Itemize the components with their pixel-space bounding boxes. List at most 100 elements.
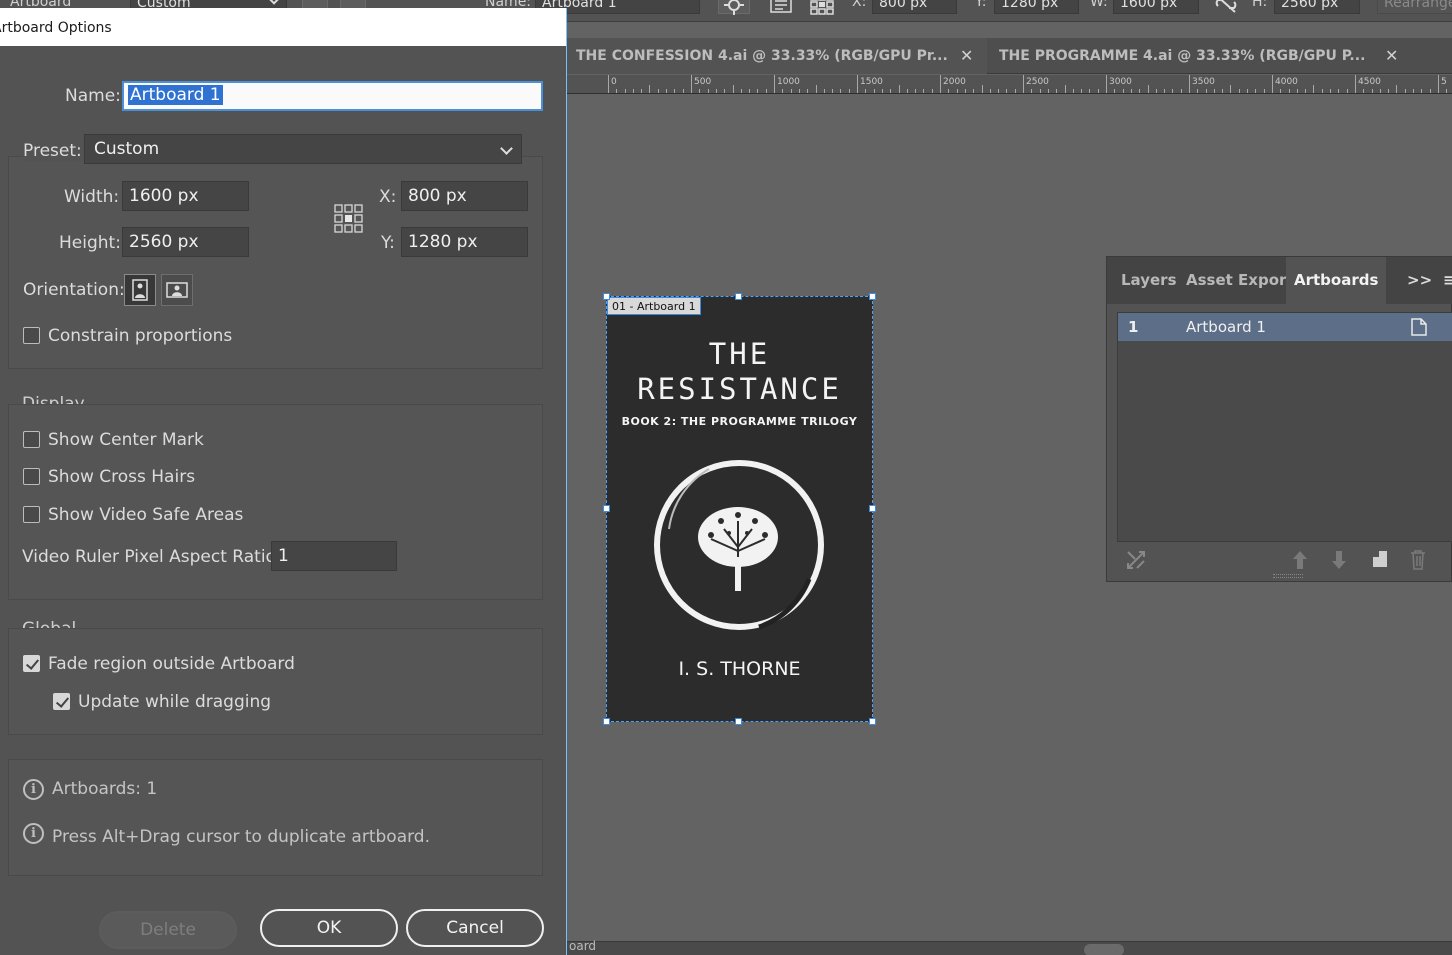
horizontal-scrollbar[interactable]: oard xyxy=(567,939,1452,955)
ruler-label: 4500 xyxy=(1358,77,1381,87)
panel-resize-grip[interactable] xyxy=(1273,574,1303,578)
resize-handle-tr[interactable] xyxy=(869,293,876,300)
portrait-button[interactable] xyxy=(124,274,156,306)
artboard-list: 1 Artboard 1 xyxy=(1117,312,1452,542)
orientation-label: Orientation: xyxy=(23,280,125,300)
preset-select[interactable]: Custom xyxy=(84,134,522,164)
artboard-canvas[interactable]: THE RESISTANCE BOOK 2: THE PROGRAMME TRI… xyxy=(606,296,873,722)
ruler-tick xyxy=(907,89,908,93)
delete-artboard-icon[interactable] xyxy=(1409,549,1427,571)
close-icon[interactable]: ✕ xyxy=(1385,38,1398,74)
y-input[interactable]: 1280 px xyxy=(401,227,528,257)
x-input[interactable]: 800 px xyxy=(401,181,528,211)
delete-button[interactable]: Delete xyxy=(99,911,237,949)
resize-handle-tl[interactable] xyxy=(603,293,610,300)
tab-asset-export[interactable]: Asset Export xyxy=(1178,257,1302,304)
reference-point-icon[interactable] xyxy=(334,204,364,234)
tab-layers[interactable]: Layers xyxy=(1113,257,1185,304)
artboard-options-icon[interactable] xyxy=(768,0,794,14)
ruler-tick xyxy=(899,85,900,93)
width-input[interactable]: 1600 px xyxy=(1113,0,1199,14)
tab-artboards[interactable]: Artboards xyxy=(1286,257,1387,304)
resize-handle-br[interactable] xyxy=(869,718,876,725)
ruler-label: 2500 xyxy=(1026,77,1049,87)
panel-menu-icon[interactable]: ≡ xyxy=(1435,257,1452,304)
y-position-value: 1280 px xyxy=(1001,0,1059,11)
tab-the-confession[interactable]: THE CONFESSION 4.ai @ 33.33% (RGB/GPU Pr… xyxy=(567,38,987,74)
show-video-safe-label: Show Video Safe Areas xyxy=(48,505,244,525)
ruler-label: 1500 xyxy=(860,77,883,87)
reference-point-icon[interactable] xyxy=(808,0,834,15)
ruler-tick xyxy=(1380,89,1381,93)
close-icon[interactable]: ✕ xyxy=(960,38,973,74)
ruler-tick xyxy=(849,89,850,93)
video-ratio-input[interactable]: 1 xyxy=(271,541,397,571)
ruler-tick xyxy=(608,75,609,93)
height-input[interactable]: 2560 px xyxy=(122,227,249,257)
resize-handle-b[interactable] xyxy=(735,718,742,725)
new-artboard-icon[interactable] xyxy=(1371,549,1389,569)
constrain-checkbox[interactable] xyxy=(23,327,40,344)
landscape-button[interactable] xyxy=(161,274,193,306)
height-label: Height: xyxy=(59,233,121,253)
ruler-tick xyxy=(1214,89,1215,93)
ruler-tick xyxy=(832,89,833,93)
ruler-tick xyxy=(1031,89,1032,93)
fade-region-checkbox[interactable] xyxy=(23,655,40,672)
width-input-value: 1600 px xyxy=(129,186,199,206)
update-dragging-checkbox[interactable] xyxy=(53,693,70,710)
name-input[interactable]: Artboard 1 xyxy=(122,81,543,111)
illustrator-window: Artboard Custom Name: Artboard 1 X: 800 … xyxy=(0,0,1452,955)
ruler-tick xyxy=(1413,89,1414,93)
ruler-tick xyxy=(1131,89,1132,93)
ruler-tick xyxy=(733,85,734,93)
ruler-tick xyxy=(1089,89,1090,93)
list-item[interactable]: 1 Artboard 1 xyxy=(1118,313,1452,341)
horizontal-ruler[interactable]: 0 500 1000 1500 2000 2500 3000 3500 4000 4500 5 xyxy=(567,75,1452,94)
scrollbar-thumb[interactable] xyxy=(1084,944,1124,955)
cancel-button[interactable]: Cancel xyxy=(406,909,544,947)
dialog-title-bar[interactable]: Artboard Options xyxy=(0,8,566,46)
move-down-icon[interactable] xyxy=(1330,549,1348,571)
ok-button[interactable]: OK xyxy=(260,909,398,947)
w-label: W: xyxy=(1090,0,1108,10)
ruler-tick xyxy=(982,85,983,93)
artboard-name-tag[interactable]: 01 - Artboard 1 xyxy=(607,297,701,315)
height-input[interactable]: 2560 px xyxy=(1274,0,1360,14)
artboards-count: Artboards: 1 xyxy=(52,779,158,799)
ruler-tick xyxy=(799,89,800,93)
ruler-tick xyxy=(1098,89,1099,93)
resize-handle-t[interactable] xyxy=(735,293,742,300)
show-video-safe-checkbox[interactable] xyxy=(23,506,40,523)
show-cross-hairs-checkbox[interactable] xyxy=(23,468,40,485)
move-copy-artwork-icon[interactable] xyxy=(718,0,750,15)
ruler-tick xyxy=(1189,75,1190,93)
move-up-icon[interactable] xyxy=(1291,549,1309,571)
cover-subtitle: BOOK 2: THE PROGRAMME TRILOGY xyxy=(621,415,858,428)
ruler-tick xyxy=(724,89,725,93)
ruler-tick xyxy=(1430,89,1431,93)
resize-handle-bl[interactable] xyxy=(603,718,610,725)
y-position-input[interactable]: 1280 px xyxy=(994,0,1079,14)
resize-handle-r[interactable] xyxy=(869,505,876,512)
y-input-value: 1280 px xyxy=(408,232,478,252)
constrain-label: Constrain proportions xyxy=(48,326,233,346)
link-unlink-icon[interactable] xyxy=(1213,0,1239,14)
x-label: X: xyxy=(852,0,867,10)
ruler-tick xyxy=(1230,85,1231,93)
rearrange-artboards-icon[interactable] xyxy=(1125,549,1147,571)
rearrange-button[interactable]: Rearrange xyxy=(1377,0,1452,14)
artboard-options-icon[interactable] xyxy=(1410,317,1428,337)
resize-handle-l[interactable] xyxy=(603,505,610,512)
ruler-tick xyxy=(990,89,991,93)
video-ratio-value: 1 xyxy=(278,546,289,566)
width-input[interactable]: 1600 px xyxy=(122,181,249,211)
ruler-tick xyxy=(766,89,767,93)
x-position-input[interactable]: 800 px xyxy=(872,0,957,14)
ruler-tick xyxy=(1396,85,1397,93)
tab-the-programme[interactable]: THE PROGRAMME 4.ai @ 33.33% (RGB/GPU P..… xyxy=(990,38,1410,74)
ruler-tick xyxy=(1172,89,1173,93)
ruler-tick xyxy=(948,89,949,93)
show-center-mark-checkbox[interactable] xyxy=(23,431,40,448)
panel-overflow-icon[interactable]: >> xyxy=(1399,257,1440,304)
